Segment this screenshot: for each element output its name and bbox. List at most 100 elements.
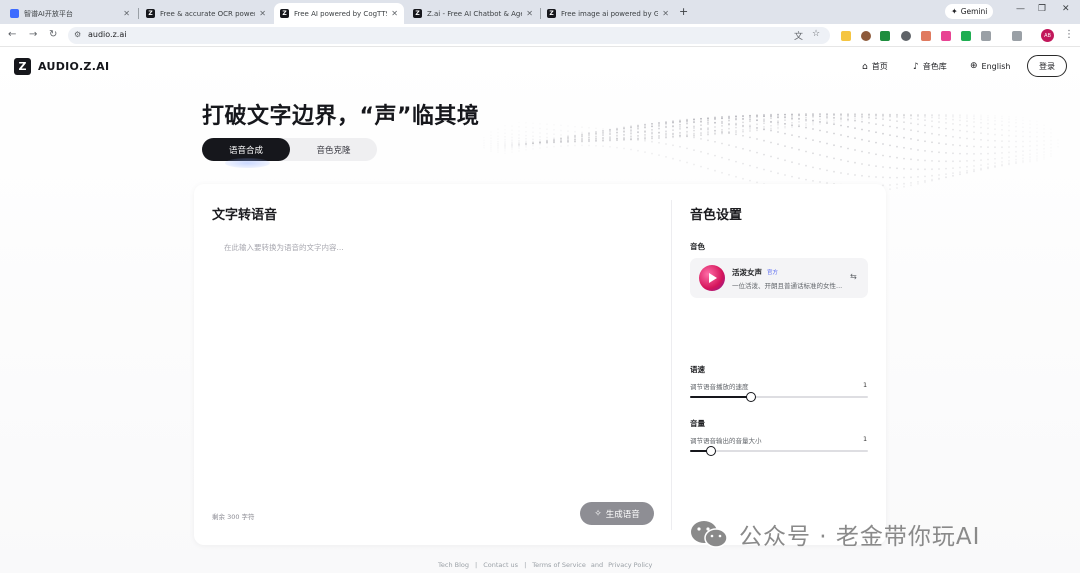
extension-icon[interactable] [901, 31, 911, 41]
browser-tab-2[interactable]: Z Free & accurate OCR powered by ✕ [140, 3, 272, 24]
logo-letter: Z [18, 60, 27, 73]
official-badge: 官方 [767, 270, 779, 276]
extension-icon[interactable] [961, 31, 971, 41]
forward-arrow-icon[interactable]: → [29, 29, 37, 40]
back-arrow-icon[interactable]: ← [8, 29, 16, 40]
voice-label: 音色 [690, 242, 705, 251]
more-menu-icon[interactable]: ⋮ [1064, 29, 1074, 40]
extension-icon[interactable] [841, 31, 851, 41]
z-favicon-icon: Z [280, 9, 289, 18]
speed-label: 语速 [690, 365, 705, 374]
tab-voice-clone[interactable]: 音色克隆 [290, 138, 377, 161]
speed-value: 1 [863, 381, 868, 389]
side-panel-icon[interactable] [1012, 31, 1022, 41]
tab-separator [138, 8, 139, 19]
wechat-watermark: 公众号 · 老金带你玩AI [689, 517, 980, 551]
extension-icon[interactable] [921, 31, 931, 41]
site-logo[interactable]: Z AUDIO.Z.AI [14, 58, 109, 75]
wechat-icon [691, 521, 728, 548]
zhipu-favicon-icon [10, 9, 19, 18]
close-icon[interactable]: ✕ [526, 9, 533, 18]
close-icon[interactable]: ✕ [662, 9, 669, 18]
sparkle-icon: ✧ [594, 508, 602, 519]
tab-label: 语音合成 [228, 145, 263, 156]
z-favicon-icon: Z [146, 9, 155, 18]
active-tab-glow [225, 158, 270, 168]
profile-initials: AB [1044, 32, 1051, 39]
address-bar[interactable]: ⚙ audio.z.ai ⽂ ☆ [68, 27, 830, 44]
volume-slider-handle[interactable] [706, 446, 717, 456]
speed-slider-handle[interactable] [745, 392, 756, 402]
window-close-icon[interactable]: ✕ [1062, 4, 1070, 14]
browser-tab-3-active[interactable]: Z Free AI powered by CogTTS ✕ [274, 3, 404, 24]
z-favicon-icon: Z [547, 9, 556, 18]
volume-label: 音量 [690, 419, 705, 428]
voice-library-icon: ♪ [913, 61, 919, 72]
footer-tech-blog-link[interactable]: Tech Blog [438, 561, 469, 569]
settings-title: 音色设置 [690, 208, 743, 223]
nav-language-label: English [981, 61, 1011, 71]
nav-home-label: 首页 [871, 62, 888, 71]
restore-icon[interactable]: ❐ [1038, 4, 1046, 14]
sparkle-icon: ✦ [951, 7, 958, 16]
voice-selector[interactable]: 活泼女声 官方 一位活泼、开朗且普通话标准的女性... ⇆ [690, 258, 868, 298]
footer: Tech Blog | Contact us | Terms of Servic… [438, 561, 652, 569]
reload-icon[interactable]: ↻ [49, 29, 57, 40]
swap-voice-icon[interactable]: ⇆ [850, 272, 857, 281]
nav-voice-library[interactable]: ♪ 音色库 [913, 61, 947, 72]
char-count: 剩余 300 字符 [212, 513, 255, 521]
login-label: 登录 [1039, 61, 1055, 71]
text-input[interactable] [224, 242, 654, 492]
login-button[interactable]: 登录 [1027, 55, 1067, 77]
browser-tab-4[interactable]: Z Z.ai - Free AI Chatbot & Agent ✕ [407, 3, 539, 24]
generate-label: 生成语音 [605, 509, 640, 520]
footer-terms-link[interactable]: Terms of Service [532, 561, 586, 569]
generate-speech-button[interactable]: ✧ 生成语音 [580, 502, 654, 525]
volume-hint: 调节语音输出的音量大小 [690, 437, 762, 445]
logo-text: AUDIO.Z.AI [38, 60, 110, 73]
new-tab-icon[interactable]: + [679, 5, 688, 18]
tab-title: Free image ai powered by GL [561, 9, 659, 18]
globe-icon: ⊕ [970, 61, 978, 71]
speed-slider-fill [690, 396, 751, 398]
nav-voice-library-label: 音色库 [922, 62, 947, 71]
close-icon[interactable]: ✕ [259, 9, 266, 18]
watermark-text: 公众号 · 老金带你玩AI [739, 524, 981, 550]
tab-title: Free & accurate OCR powered by [160, 9, 255, 18]
extension-icon[interactable] [861, 31, 871, 41]
footer-separator: | [524, 561, 527, 569]
url-text[interactable]: audio.z.ai [88, 30, 126, 39]
footer-and-text: and [590, 561, 604, 569]
extension-icon[interactable] [941, 31, 951, 41]
z-logo-icon: Z [14, 58, 31, 75]
tab-title: Free AI powered by CogTTS [294, 9, 388, 18]
footer-contact-link[interactable]: Contact us [483, 561, 518, 569]
mode-switch: 语音合成 音色克隆 [202, 138, 377, 161]
extension-icon[interactable] [880, 31, 890, 41]
page-content: Z AUDIO.Z.AI ⌂ 首页 ♪ 音色库 ⊕ English 登录 打破文… [0, 47, 1080, 573]
nav-language[interactable]: ⊕ English [970, 61, 1010, 71]
panel-divider [671, 200, 672, 530]
footer-privacy-link[interactable]: Privacy Policy [608, 561, 652, 569]
voice-play-icon[interactable] [699, 265, 725, 291]
profile-avatar[interactable]: AB [1041, 29, 1054, 42]
site-info-icon[interactable]: ⚙ [74, 30, 81, 39]
translate-icon[interactable]: ⽂ [794, 29, 803, 42]
z-favicon-icon: Z [413, 9, 422, 18]
volume-slider[interactable] [690, 446, 868, 456]
browser-tab-1[interactable]: 智谱AI开放平台 ✕ [4, 3, 136, 24]
speed-slider[interactable] [690, 392, 868, 402]
extensions-puzzle-icon[interactable] [981, 31, 991, 41]
minimize-icon[interactable]: — [1016, 4, 1025, 14]
nav-home[interactable]: ⌂ 首页 [862, 61, 888, 72]
speed-hint: 调节语音播放的速度 [690, 383, 749, 391]
gemini-button[interactable]: ✦ Gemini [945, 4, 994, 19]
hero-title: 打破文字边界，“声”临其境 [202, 104, 480, 129]
close-icon[interactable]: ✕ [123, 9, 130, 18]
close-icon[interactable]: ✕ [391, 9, 398, 18]
bookmark-star-icon[interactable]: ☆ [812, 29, 820, 39]
browser-tab-5[interactable]: Z Free image ai powered by GL ✕ [541, 3, 675, 24]
tts-card: 文字转语音 剩余 300 字符 ✧ 生成语音 音色设置 音色 活泼女声 官方 一… [194, 184, 886, 545]
gemini-label: Gemini [960, 7, 988, 16]
volume-value: 1 [863, 435, 868, 443]
